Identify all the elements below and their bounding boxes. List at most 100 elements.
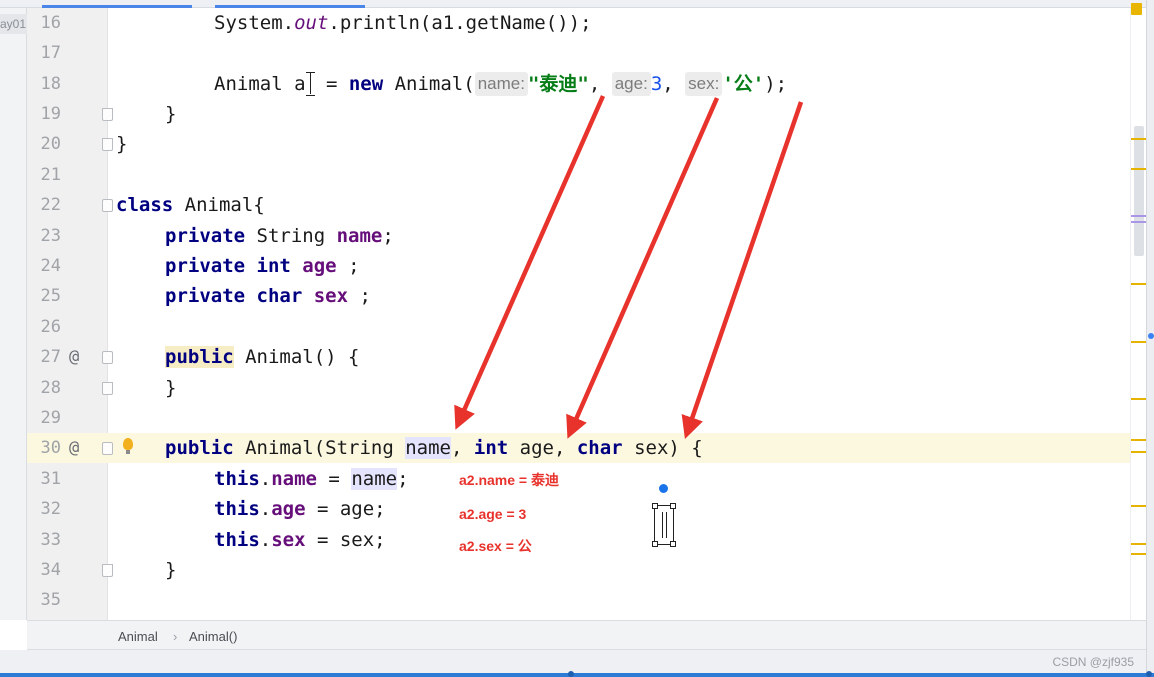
override-marker-icon[interactable]: @ bbox=[69, 435, 79, 461]
code-line[interactable]: 19 } bbox=[27, 99, 1130, 129]
line-number: 16 bbox=[40, 13, 61, 33]
code-line[interactable]: 16 System.out.println(a1.getName()); bbox=[27, 8, 1130, 38]
code-text[interactable]: this.sex = sex; bbox=[214, 527, 386, 553]
code-text[interactable]: Animal a = new Animal(name: "泰迪", age: 3, … bbox=[214, 71, 787, 97]
code-line[interactable]: 35 bbox=[27, 585, 1130, 615]
line-number: 31 bbox=[40, 469, 61, 489]
breadcrumb-class[interactable]: Animal bbox=[118, 629, 158, 644]
line-number: 23 bbox=[40, 226, 61, 246]
strip-dot bbox=[1148, 333, 1154, 339]
code-line[interactable]: 28 } bbox=[27, 373, 1130, 403]
line-number: 22 bbox=[40, 195, 61, 215]
code-line[interactable]: 17 bbox=[27, 38, 1130, 68]
inspection-status-icon[interactable] bbox=[1131, 3, 1142, 15]
code-text[interactable]: this.age = age; bbox=[214, 496, 386, 522]
text-cursor-icon bbox=[305, 72, 315, 96]
line-number: 27 bbox=[40, 347, 61, 367]
code-line[interactable]: 32 this.age = age; bbox=[27, 494, 1130, 524]
line-number: 17 bbox=[40, 43, 61, 63]
annotation-age: a2.age = 3 bbox=[459, 506, 527, 522]
override-marker-icon[interactable]: @ bbox=[69, 344, 79, 370]
code-line[interactable]: 23 private String name; bbox=[27, 221, 1130, 251]
watermark: CSDN @zjf935 bbox=[1052, 655, 1134, 669]
code-line[interactable]: 24 private int age ; bbox=[27, 251, 1130, 281]
code-line[interactable]: 26 bbox=[27, 312, 1130, 342]
annotation-sex: a2.sex = 公 bbox=[459, 538, 532, 554]
lightbulb-icon[interactable] bbox=[123, 438, 133, 454]
code-text[interactable]: private String name; bbox=[165, 223, 394, 249]
code-text[interactable]: private int age ; bbox=[165, 253, 360, 279]
line-number: 18 bbox=[40, 74, 61, 94]
text-cursor-selection-icon[interactable] bbox=[652, 503, 676, 547]
editor-tab-strip[interactable] bbox=[0, 0, 1154, 8]
line-number: 21 bbox=[40, 165, 61, 185]
warning-marker[interactable] bbox=[1131, 168, 1147, 170]
scrollbar-thumb[interactable] bbox=[1134, 126, 1144, 256]
fold-end-icon[interactable] bbox=[102, 108, 113, 121]
code-text[interactable]: public Animal() { bbox=[165, 344, 359, 370]
code-text[interactable]: class Animal{ bbox=[116, 192, 265, 218]
line-number: 34 bbox=[40, 560, 61, 580]
param-hint-sex: sex: bbox=[685, 72, 723, 96]
code-text[interactable]: this.name = name; bbox=[214, 466, 409, 492]
line-number: 30 bbox=[40, 438, 61, 458]
fold-end-icon[interactable] bbox=[102, 138, 113, 151]
warning-marker[interactable] bbox=[1131, 439, 1147, 441]
code-line[interactable]: 20 } bbox=[27, 129, 1130, 159]
line-number: 32 bbox=[40, 499, 61, 519]
fold-start-icon[interactable] bbox=[102, 199, 113, 212]
line-number: 19 bbox=[40, 104, 61, 124]
line-number: 35 bbox=[40, 590, 61, 610]
code-line[interactable]: 25 private char sex ; bbox=[27, 281, 1130, 311]
code-text[interactable]: } bbox=[165, 101, 176, 127]
code-line[interactable]: 29 bbox=[27, 403, 1130, 433]
line-number: 26 bbox=[40, 317, 61, 337]
code-line[interactable]: 21 bbox=[27, 160, 1130, 190]
code-text[interactable]: } bbox=[165, 557, 176, 583]
usage-marker[interactable] bbox=[1131, 221, 1147, 223]
selection-handle-dot[interactable] bbox=[659, 484, 668, 493]
line-number: 29 bbox=[40, 408, 61, 428]
usage-marker[interactable] bbox=[1131, 215, 1147, 217]
warning-marker[interactable] bbox=[1131, 543, 1147, 545]
warning-marker[interactable] bbox=[1131, 283, 1147, 285]
annotation-name: a2.name = 泰迪 bbox=[459, 472, 559, 488]
project-tool-label[interactable]: ay01 bbox=[0, 14, 27, 34]
param-hint-name: name: bbox=[474, 72, 528, 96]
fold-start-icon[interactable] bbox=[102, 442, 113, 455]
warning-marker[interactable] bbox=[1131, 451, 1147, 453]
code-line[interactable]: 31 this.name = name; bbox=[27, 464, 1130, 494]
fold-start-icon[interactable] bbox=[102, 351, 113, 364]
line-number: 20 bbox=[40, 134, 61, 154]
code-line[interactable]: 27 @ public Animal() { bbox=[27, 342, 1130, 372]
editor-scrollbar[interactable] bbox=[1130, 8, 1147, 620]
breadcrumb-method[interactable]: Animal() bbox=[189, 629, 237, 644]
fold-end-icon[interactable] bbox=[102, 564, 113, 577]
left-tool-window-strip[interactable]: ay01 bbox=[0, 8, 27, 620]
warning-marker[interactable] bbox=[1131, 553, 1147, 555]
param-hint-age: age: bbox=[611, 72, 651, 96]
code-text[interactable]: System.out.println(a1.getName()); bbox=[214, 10, 592, 36]
line-number: 33 bbox=[40, 530, 61, 550]
code-text[interactable]: } bbox=[165, 375, 176, 401]
breadcrumb[interactable]: Animal › Animal() bbox=[27, 620, 1146, 650]
warning-marker[interactable] bbox=[1131, 341, 1147, 343]
code-line[interactable]: 18 Animal a = new Animal(name: "泰迪", age:… bbox=[27, 69, 1130, 99]
breadcrumb-separator: › bbox=[173, 629, 178, 644]
code-text[interactable]: public Animal(String name, int age, char… bbox=[165, 435, 703, 461]
warning-marker[interactable] bbox=[1131, 398, 1147, 400]
code-text[interactable]: private char sex ; bbox=[165, 283, 371, 309]
line-number: 24 bbox=[40, 256, 61, 276]
code-text[interactable]: } bbox=[116, 131, 127, 157]
line-number: 28 bbox=[40, 378, 61, 398]
right-tool-window-strip[interactable] bbox=[1146, 0, 1154, 677]
bottom-accent-bar bbox=[0, 671, 1154, 677]
code-line-current[interactable]: 30 @ public Animal(String name, int age,… bbox=[27, 433, 1130, 463]
warning-marker[interactable] bbox=[1131, 505, 1147, 507]
code-line[interactable]: 33 this.sex = sex; bbox=[27, 525, 1130, 555]
line-number: 25 bbox=[40, 286, 61, 306]
code-line[interactable]: 34 } bbox=[27, 555, 1130, 585]
warning-marker[interactable] bbox=[1131, 138, 1147, 140]
fold-end-icon[interactable] bbox=[102, 382, 113, 395]
code-line[interactable]: 22 class Animal{ bbox=[27, 190, 1130, 220]
